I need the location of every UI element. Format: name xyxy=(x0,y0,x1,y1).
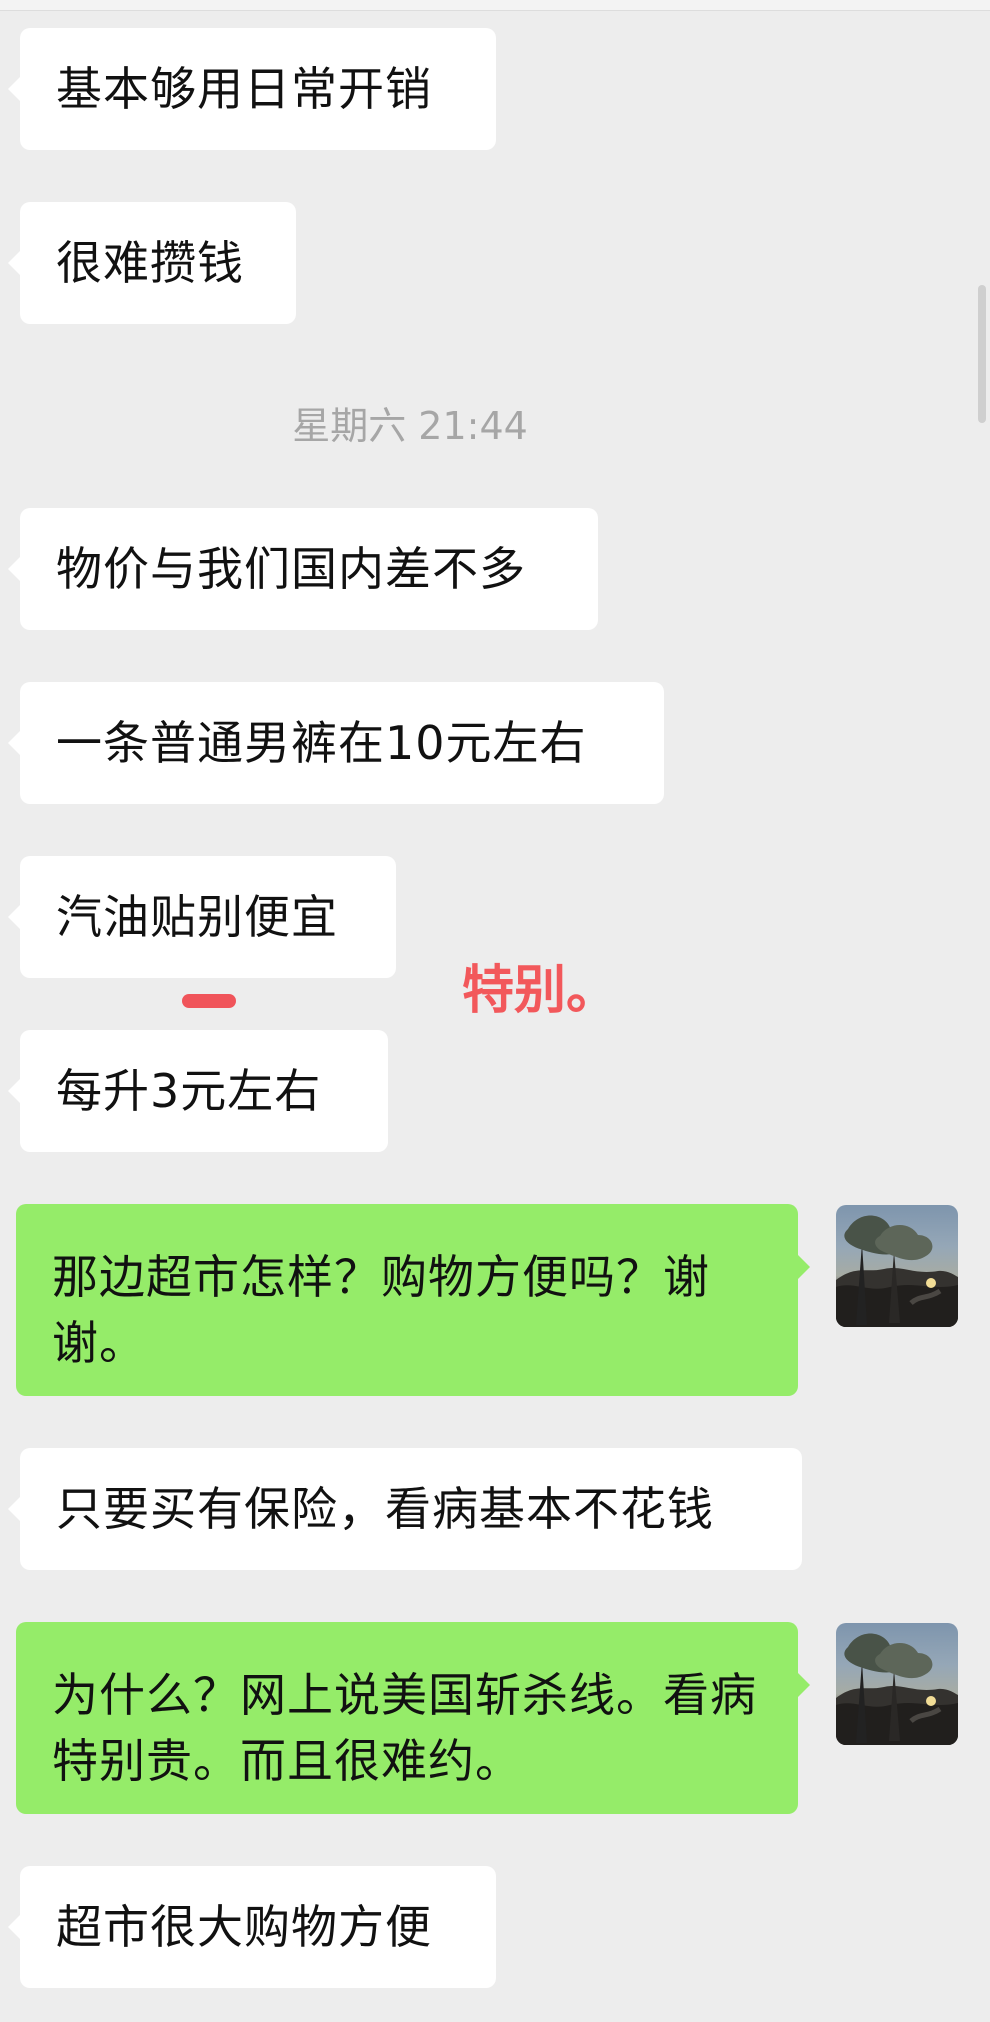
incoming-message[interactable]: 很难攒钱 xyxy=(8,202,296,324)
chat-screen: 基本够用日常开销 很难攒钱 星期六 21:44 物价与我们国内差不多 一条普通男… xyxy=(0,0,990,2022)
incoming-message[interactable]: 一条普通男裤在10元左右 xyxy=(8,682,664,804)
incoming-message[interactable]: 物价与我们国内差不多 xyxy=(8,508,598,630)
red-annotation-mark xyxy=(182,994,236,1008)
user-avatar[interactable] xyxy=(836,1205,958,1327)
red-annotation-text: 特别。 xyxy=(462,961,619,1021)
incoming-message[interactable]: 每升3元左右 xyxy=(8,1030,388,1152)
incoming-message[interactable]: 超市很大购物方便 xyxy=(8,1866,496,1988)
incoming-message[interactable]: 只要买有保险，看病基本不花钱 xyxy=(8,1448,802,1570)
top-divider xyxy=(0,0,990,11)
message-timestamp: 星期六 21:44 xyxy=(292,404,528,448)
user-avatar[interactable] xyxy=(836,1623,958,1745)
incoming-message[interactable]: 汽油贴别便宜 xyxy=(8,856,396,978)
tree-landscape-avatar-icon xyxy=(836,1633,958,1745)
outgoing-message[interactable]: 为什么？网上说美国斩杀线。看病特别贵。而且很难约。 xyxy=(16,1622,810,1814)
tree-landscape-avatar-icon xyxy=(836,1215,958,1327)
outgoing-message[interactable]: 那边超市怎样？购物方便吗？谢谢。 xyxy=(16,1204,810,1396)
incoming-message[interactable]: 基本够用日常开销 xyxy=(8,28,496,150)
scrollbar-thumb[interactable] xyxy=(978,285,986,423)
